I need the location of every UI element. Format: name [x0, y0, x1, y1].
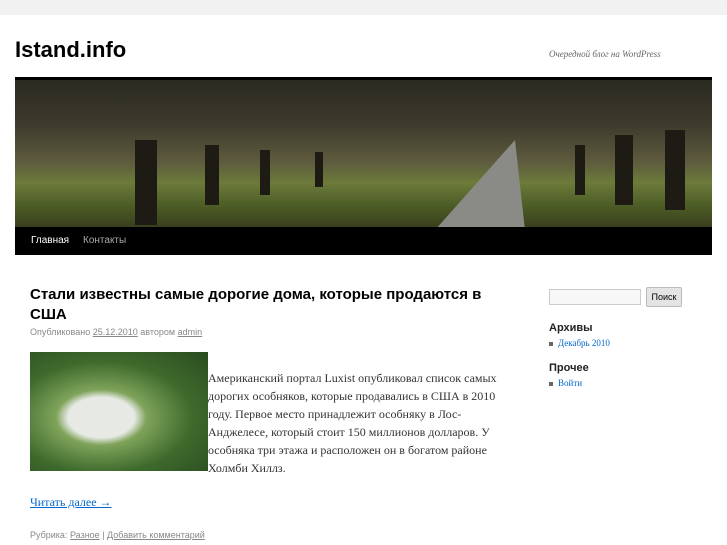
post-title[interactable]: Стали известны самые дорогие дома, котор… — [30, 285, 510, 325]
login-link[interactable]: Войти — [558, 378, 582, 388]
meta-by: автором — [140, 327, 176, 337]
page: Istand.info Очередной блог на WordPress … — [0, 15, 727, 545]
archive-link[interactable]: Декабрь 2010 — [558, 338, 610, 348]
bullet-icon — [549, 381, 553, 386]
add-comment-link[interactable]: Добавить комментарий — [107, 530, 205, 540]
bullet-icon — [549, 341, 553, 346]
post-body: Американский портал Luxist опубликовал с… — [208, 371, 497, 475]
search-input[interactable] — [549, 289, 641, 305]
site-description: Очередной блог на WordPress — [549, 49, 661, 59]
nav-home[interactable]: Главная — [31, 235, 69, 246]
archives-title: Архивы — [549, 322, 593, 334]
site-title[interactable]: Istand.info — [15, 37, 126, 63]
main-nav: Главная Контакты — [15, 227, 712, 255]
post-meta: Опубликовано 25.12.2010 автором admin — [30, 327, 202, 337]
meta-prefix: Опубликовано — [30, 327, 91, 337]
separator: | — [102, 530, 105, 540]
header-image — [15, 77, 712, 227]
search-button[interactable]: Поиск — [646, 287, 682, 307]
category-link[interactable]: Разное — [70, 530, 100, 540]
post-author[interactable]: admin — [178, 327, 203, 337]
category-label: Рубрика: — [30, 530, 68, 540]
other-item: Войти — [549, 378, 582, 388]
post-date[interactable]: 25.12.2010 — [93, 327, 138, 337]
read-more-link[interactable]: Читать далее → — [30, 495, 112, 510]
nav-contacts[interactable]: Контакты — [83, 235, 126, 246]
archive-item: Декабрь 2010 — [549, 338, 610, 348]
post-image — [30, 352, 208, 471]
other-title: Прочее — [549, 362, 589, 374]
post-utility: Рубрика: Разное | Добавить комментарий — [30, 530, 205, 540]
